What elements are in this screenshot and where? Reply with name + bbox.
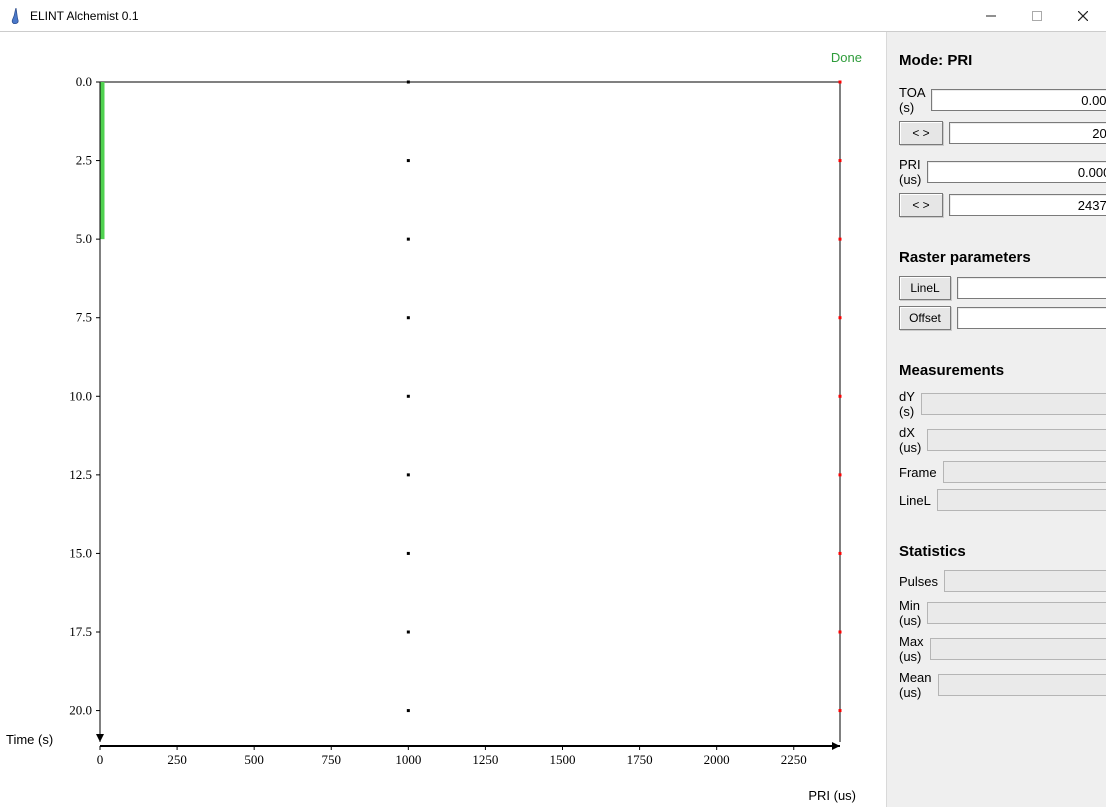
stats-pulses-label: Pulses xyxy=(899,574,938,589)
meas-dy-label: dY (s) xyxy=(899,389,915,419)
stats-min-value xyxy=(927,602,1106,624)
stats-pulses-value xyxy=(944,570,1106,592)
meas-linel-value xyxy=(937,489,1106,511)
statistics-title: Statistics xyxy=(899,543,1094,560)
svg-text:1500: 1500 xyxy=(550,752,576,767)
pri-to-input[interactable] xyxy=(949,194,1106,216)
toa-from-input[interactable] xyxy=(931,89,1106,111)
svg-text:250: 250 xyxy=(167,752,187,767)
plot-pane: Done Time (s) 0.02.55.07.510.012.515.017… xyxy=(0,32,886,807)
minimize-button[interactable] xyxy=(968,0,1014,32)
meas-dx-value xyxy=(927,429,1106,451)
pri-label: PRI (us) xyxy=(899,157,921,187)
x-axis-label: PRI (us) xyxy=(808,788,856,803)
svg-text:17.5: 17.5 xyxy=(69,624,92,639)
pri-from-input[interactable] xyxy=(927,161,1106,183)
side-panel: Mode: PRI TOA (s) < > PRI (us) < > Raste… xyxy=(886,32,1106,807)
toa-label: TOA (s) xyxy=(899,85,925,115)
window-title: ELINT Alchemist 0.1 xyxy=(30,9,139,23)
plot-status: Done xyxy=(831,50,862,65)
measurements-title: Measurements xyxy=(899,362,1094,379)
chart-area[interactable]: 0.0 2.5 5.0 7.5 10.0 12.5 15.0 17.5 20.0 0 250 500 7… xyxy=(40,72,866,787)
svg-text:2000: 2000 xyxy=(704,752,730,767)
offset-button[interactable]: Offset xyxy=(899,306,951,330)
toa-to-input[interactable] xyxy=(949,122,1106,144)
stats-mean-value xyxy=(938,674,1106,696)
titlebar: ELINT Alchemist 0.1 xyxy=(0,0,1106,32)
close-button[interactable] xyxy=(1060,0,1106,32)
stats-max-value xyxy=(930,638,1106,660)
meas-frame-value xyxy=(943,461,1106,483)
svg-text:2250: 2250 xyxy=(781,752,807,767)
maximize-button[interactable] xyxy=(1014,0,1060,32)
app-icon xyxy=(8,8,24,24)
svg-text:2.5: 2.5 xyxy=(76,153,92,168)
svg-text:500: 500 xyxy=(244,752,264,767)
svg-text:0.0: 0.0 xyxy=(76,74,92,89)
toa-nav-button[interactable]: < > xyxy=(899,121,943,145)
meas-dx-label: dX (us) xyxy=(899,425,921,455)
svg-text:10.0: 10.0 xyxy=(69,388,92,403)
stats-min-label: Min (us) xyxy=(899,598,921,628)
raster-title: Raster parameters xyxy=(899,249,1094,266)
meas-linel-label: LineL xyxy=(899,493,931,508)
stats-mean-label: Mean (us) xyxy=(899,670,932,700)
meas-frame-label: Frame xyxy=(899,465,937,480)
offset-input[interactable] xyxy=(957,307,1106,329)
meas-dy-value xyxy=(921,393,1106,415)
linel-input[interactable] xyxy=(957,277,1106,299)
svg-text:0: 0 xyxy=(97,752,104,767)
stats-max-label: Max (us) xyxy=(899,634,924,664)
pri-nav-button[interactable]: < > xyxy=(899,193,943,217)
svg-text:1750: 1750 xyxy=(627,752,653,767)
svg-text:12.5: 12.5 xyxy=(69,467,92,482)
linel-button[interactable]: LineL xyxy=(899,276,951,300)
svg-text:20.0: 20.0 xyxy=(69,703,92,718)
svg-text:750: 750 xyxy=(322,752,342,767)
svg-text:1250: 1250 xyxy=(472,752,498,767)
svg-text:15.0: 15.0 xyxy=(69,545,92,560)
svg-text:5.0: 5.0 xyxy=(76,231,92,246)
svg-text:7.5: 7.5 xyxy=(76,310,92,325)
svg-text:1000: 1000 xyxy=(395,752,421,767)
chart-svg: 0.0 2.5 5.0 7.5 10.0 12.5 15.0 17.5 20.0 0 250 500 7… xyxy=(40,72,860,792)
mode-title: Mode: PRI xyxy=(899,52,1094,69)
